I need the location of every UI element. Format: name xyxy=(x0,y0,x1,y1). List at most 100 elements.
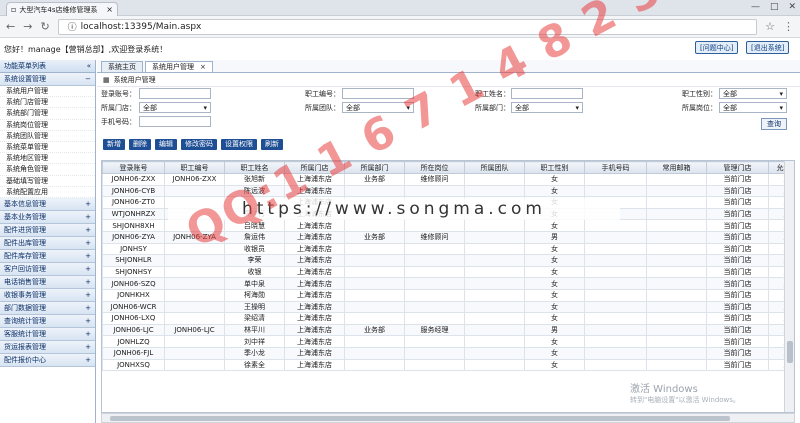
sidebar-group[interactable]: 电话销售管理 + xyxy=(0,275,95,289)
delete-button[interactable]: 删除 xyxy=(129,138,151,150)
table-cell xyxy=(344,242,405,256)
sidebar-group[interactable]: 配件进货管理 + xyxy=(0,223,95,237)
column-header[interactable]: 所属团队 xyxy=(464,161,525,174)
sidebar-group[interactable]: 查询统计管理 + xyxy=(0,314,95,328)
column-header[interactable]: 常用邮箱 xyxy=(646,161,707,174)
table-row[interactable]: JONHKHX柯海勋上海浦东店女当前门店启用 xyxy=(102,288,794,302)
table-row[interactable]: SHJONHSY收银上海浦东店女当前门店启用 xyxy=(102,265,794,279)
table-cell xyxy=(584,184,647,198)
sidebar-group-label: 配件出库管理 xyxy=(4,238,46,247)
horizontal-scrollbar[interactable] xyxy=(101,413,795,423)
close-window-icon[interactable]: ✕ xyxy=(788,2,796,12)
sidebar-item[interactable]: 系统菜单管理 xyxy=(0,142,95,154)
column-header[interactable]: 手机号码 xyxy=(584,161,647,174)
add-button[interactable]: 新增 xyxy=(103,138,125,150)
column-header[interactable]: 职工编号 xyxy=(164,161,225,174)
sidebar-group-label: 电话销售管理 xyxy=(4,277,46,286)
scroll-thumb[interactable] xyxy=(110,416,730,421)
post-select[interactable]: 全部 ▾ xyxy=(719,102,787,113)
edit-button[interactable]: 编辑 xyxy=(155,138,177,150)
table-cell xyxy=(404,219,465,232)
table-row[interactable]: JONH06-CYB陈远波上海浦东店女当前门店启用 xyxy=(102,184,794,198)
table-cell xyxy=(404,254,465,267)
logout-button[interactable]: [退出系统] xyxy=(746,41,790,54)
url-text: localhost:13395/Main.aspx xyxy=(80,21,202,32)
phone-input[interactable] xyxy=(139,116,211,127)
table-row[interactable]: JONH06-SZQ单中泉上海浦东店女当前门店启用 xyxy=(102,277,794,290)
forward-arrow-icon[interactable]: → xyxy=(23,20,32,33)
query-button[interactable]: 查询 xyxy=(761,118,787,130)
back-arrow-icon[interactable]: ← xyxy=(6,20,15,33)
table-row[interactable]: JONHLZQ刘中祥上海浦东店女当前门店启用 xyxy=(102,335,794,348)
star-icon[interactable]: ☆ xyxy=(765,20,775,33)
table-cell: 当前门店 xyxy=(706,265,769,279)
column-header[interactable]: 职工性别 xyxy=(524,161,585,174)
browser-tab[interactable]: ▫ 大型汽车4s店维修管理系 × xyxy=(6,2,118,16)
collapse-icon[interactable]: « xyxy=(87,62,91,70)
sidebar-group[interactable]: 配件出库管理 + xyxy=(0,236,95,250)
plus-icon: + xyxy=(85,251,91,260)
column-header[interactable]: 所在岗位 xyxy=(404,161,465,174)
table-row[interactable]: JONHXSQ徐素全上海浦东店女当前门店启用 xyxy=(102,358,794,372)
login-input[interactable] xyxy=(139,88,211,99)
set-permission-button[interactable]: 设置权限 xyxy=(221,138,257,150)
tab-user-management[interactable]: 系统用户管理 × xyxy=(145,61,213,72)
sidebar-group[interactable]: 配件库存管理 + xyxy=(0,249,95,263)
sidebar-item[interactable]: 系统用户管理 xyxy=(0,86,95,98)
sidebar-group[interactable]: 收银事务管理 + xyxy=(0,288,95,302)
column-header[interactable]: 登录账号 xyxy=(102,161,165,174)
table-cell xyxy=(584,277,647,290)
table-cell xyxy=(646,254,707,267)
store-select[interactable]: 全部 ▾ xyxy=(139,102,211,113)
table-row[interactable]: SHJONHLR李荣上海浦东店女当前门店启用 xyxy=(102,254,794,267)
sidebar-group[interactable]: 客户回访管理 + xyxy=(0,262,95,276)
table-cell xyxy=(344,300,405,314)
table-cell xyxy=(164,254,225,267)
gender-select[interactable]: 全部 ▾ xyxy=(719,88,787,99)
minimize-icon[interactable]: — xyxy=(751,2,760,12)
reload-icon[interactable]: ↻ xyxy=(40,20,49,33)
url-field[interactable]: ⓘ localhost:13395/Main.aspx xyxy=(57,18,758,35)
close-tab-icon[interactable]: × xyxy=(106,5,113,14)
close-icon[interactable]: × xyxy=(200,63,206,71)
maximize-icon[interactable]: □ xyxy=(770,2,779,12)
table-cell: JONH06-WCR xyxy=(102,300,165,314)
scroll-thumb[interactable] xyxy=(787,341,793,363)
sidebar-group-open[interactable]: 系统设置管理 − xyxy=(0,73,95,86)
name-input[interactable] xyxy=(511,88,583,99)
table-cell xyxy=(464,265,525,279)
table-cell xyxy=(646,288,707,302)
table-row[interactable]: JONH06-WCR王操明上海浦东店女当前门店启用 xyxy=(102,300,794,314)
sidebar-item[interactable]: 系统门店管理 xyxy=(0,97,95,109)
sidebar-group[interactable]: 客服统计管理 + xyxy=(0,327,95,341)
vertical-scrollbar[interactable] xyxy=(784,161,794,412)
table-cell: 女 xyxy=(524,254,585,267)
table-row[interactable]: JONH06-LXQ梁绍清上海浦东店女当前门店启用 xyxy=(102,312,794,325)
sidebar-group[interactable]: 基本信息管理 + xyxy=(0,197,95,211)
table-row[interactable]: JONH06-LJC JONH06-LJC 林平川 上海浦东店 业务部 服务经理男当前门店… xyxy=(102,323,794,337)
change-password-button[interactable]: 修改密码 xyxy=(181,138,217,150)
sidebar-item[interactable]: 系统部门管理 xyxy=(0,108,95,120)
refresh-button[interactable]: 刷新 xyxy=(261,138,283,150)
empno-label: 职工编号： xyxy=(305,90,340,98)
plus-icon: + xyxy=(85,212,91,221)
sidebar-item[interactable]: 系统配置应用 xyxy=(0,187,95,198)
select-value: 全部 xyxy=(515,103,529,112)
sidebar-group[interactable]: 配件报价中心 + xyxy=(0,353,95,367)
sidebar-item[interactable]: 系统岗位管理 xyxy=(0,120,95,131)
sidebar-group[interactable]: 基本业务管理 + xyxy=(0,210,95,224)
column-header[interactable]: 管理门店 xyxy=(706,161,769,174)
sidebar-item[interactable]: 系统团队管理 xyxy=(0,131,95,142)
sidebar-item[interactable]: 基础填写管理 xyxy=(0,176,95,187)
sidebar-group[interactable]: 货运报表管理 + xyxy=(0,340,95,354)
table-cell: JONH06-LJC xyxy=(102,323,165,337)
table-row[interactable]: JONH06-FJL季小龙上海浦东店女当前门店启用 xyxy=(102,346,794,360)
tab-home[interactable]: 系统主页 xyxy=(101,61,143,72)
sidebar-item[interactable]: 系统地区管理 xyxy=(0,153,95,165)
sidebar-group[interactable]: 部门数据管理 + xyxy=(0,301,95,315)
sidebar-item[interactable]: 系统角色管理 xyxy=(0,164,95,176)
table-row[interactable]: JONH06-ZXX JONH06-ZXX 张旭新 上海浦东店 业务部 维修顾问女当前门店… xyxy=(102,173,794,186)
dept-select[interactable]: 全部 ▾ xyxy=(511,102,583,113)
menu-icon[interactable]: ⋮ xyxy=(783,20,794,33)
help-center-button[interactable]: [问题中心] xyxy=(695,41,739,54)
